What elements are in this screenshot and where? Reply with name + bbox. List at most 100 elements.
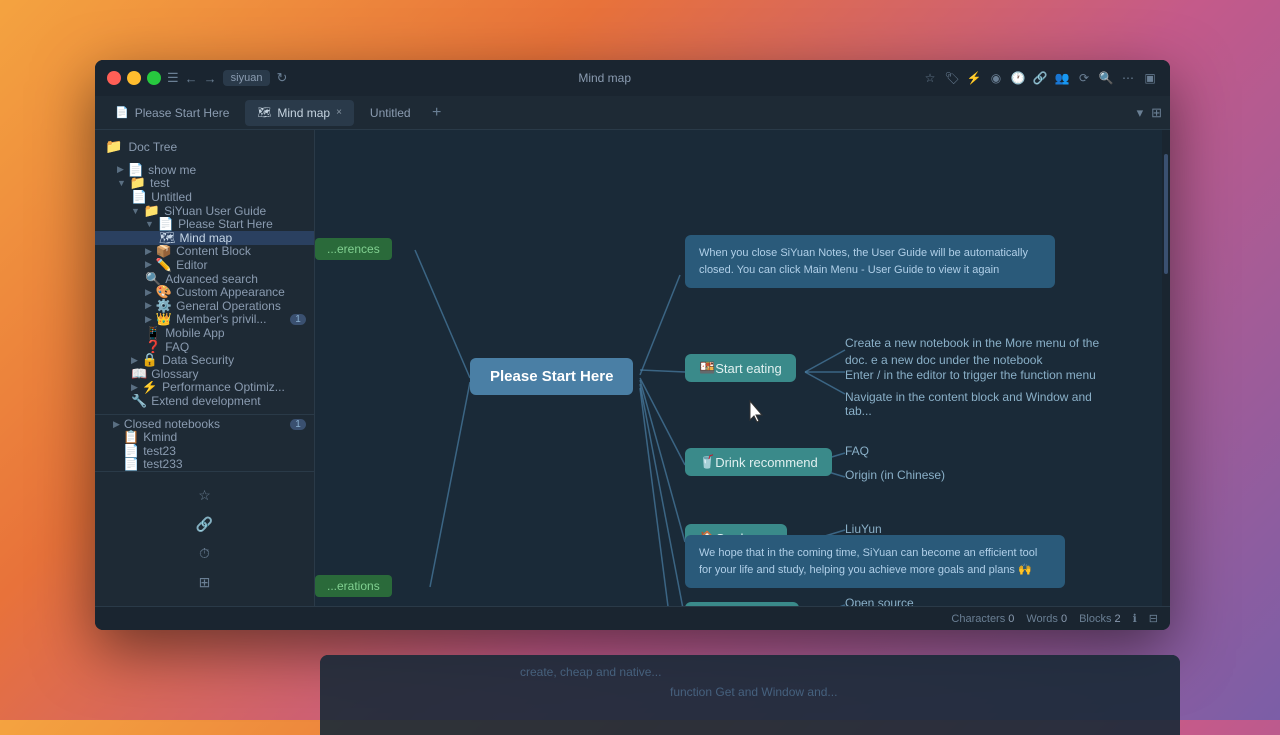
characters-status: Characters 0 — [951, 613, 1014, 625]
sidebar-item-untitled[interactable]: 📄 Untitled — [95, 190, 314, 204]
people-icon[interactable]: 👥 — [1054, 70, 1070, 86]
tab-dropdown-icon[interactable]: ▾ — [1137, 105, 1144, 121]
graph-icon[interactable]: ◉ — [988, 70, 1004, 86]
arrow-icon: ▼ — [117, 178, 126, 188]
closed-notebooks-badge: 1 — [290, 419, 306, 430]
drink-recommend-node[interactable]: 🥤 Drink recommend — [685, 448, 832, 476]
history-bottom-icon[interactable]: ⏱ — [95, 540, 314, 567]
central-node[interactable]: Please Start Here — [470, 358, 633, 395]
left-tag-1[interactable]: ...erences — [315, 238, 392, 260]
lock-icon: 🔒 — [142, 353, 158, 367]
back-button[interactable]: ← — [185, 71, 198, 86]
vertical-scrollbar[interactable] — [1162, 130, 1170, 606]
sidebar-item-general-operations[interactable]: ▶ ⚙️ General Operations — [95, 299, 314, 313]
sidebar-item-please-start-here[interactable]: ▼ 📄 Please Start Here — [95, 217, 314, 231]
search-icon[interactable]: 🔍 — [1098, 70, 1114, 86]
link-bottom-icon[interactable]: 🔗 — [95, 511, 314, 538]
sidebar-item-advanced-search[interactable]: 🔍 Advanced search — [95, 272, 314, 286]
tab-close-button[interactable]: × — [336, 107, 342, 118]
sidebar-item-performance[interactable]: ▶ ⚡ Performance Optimiz... — [95, 381, 314, 395]
star-icon[interactable]: ☆ — [922, 70, 938, 86]
tab-map-icon: 🗺 — [257, 106, 271, 119]
start-eating-node[interactable]: 🍱 Start eating — [685, 354, 796, 382]
bottom-info-text: We hope that in the coming time, SiYuan … — [699, 547, 1037, 576]
app-name-label[interactable]: siyuan — [223, 70, 271, 86]
info-icon[interactable]: ℹ — [1133, 612, 1137, 625]
item-label: test23 — [143, 444, 306, 458]
arrow-icon: ▶ — [145, 246, 152, 257]
sidebar-item-glossary[interactable]: 📖 Glossary — [95, 367, 314, 381]
folder-icon[interactable]: ☰ — [167, 70, 179, 86]
close-button[interactable] — [107, 71, 121, 85]
toolbar-right: ☆ 🏷 ⚡ ◉ 🕐 🔗 👥 ⟳ 🔍 ⋯ ▣ — [922, 70, 1158, 86]
item-label: test — [150, 177, 306, 191]
tab-untitled[interactable]: Untitled — [358, 100, 423, 126]
arrow-icon: ▶ — [131, 355, 138, 366]
sidebar-item-test[interactable]: ▼ 📁 test — [95, 177, 314, 191]
sidebar-item-kmind[interactable]: 📋 Kmind — [95, 430, 314, 444]
secondary-text-1: create, cheap and native... — [520, 665, 661, 679]
drink-child-1: FAQ — [845, 444, 869, 458]
sidebar-item-members[interactable]: ▶ 👑 Member's privil... 1 — [95, 313, 314, 327]
left-tag-2[interactable]: ...erations — [315, 575, 392, 597]
map-icon: 🗺 — [159, 231, 176, 245]
maximize-button[interactable] — [147, 71, 161, 85]
link-icon[interactable]: 🔗 — [1032, 70, 1048, 86]
arrow-icon: ▼ — [145, 219, 154, 229]
flash-icon[interactable]: ⚡ — [966, 70, 982, 86]
sidebar-item-faq[interactable]: ❓ FAQ — [95, 340, 314, 354]
more-icon[interactable]: ⋯ — [1120, 70, 1136, 86]
sidebar-item-siyuan-user-guide[interactable]: ▼ 📁 SiYuan User Guide — [95, 204, 314, 218]
sidebar-item-data-security[interactable]: ▶ 🔒 Data Security — [95, 353, 314, 367]
history-icon[interactable]: 🕐 — [1010, 70, 1026, 86]
characters-value: 0 — [1008, 613, 1014, 625]
main-content: 📁 Doc Tree ▶ 📄 show me ▼ 📁 test 📄 Untitl… — [95, 130, 1170, 606]
sidebar-item-extend-dev[interactable]: 🔧 Extend development — [95, 394, 314, 408]
mobile-icon: 📱 — [145, 326, 161, 340]
blocks-value: 2 — [1114, 613, 1120, 625]
sidebar-item-test23[interactable]: 📄 test23 — [95, 444, 314, 458]
top-info-box: When you close SiYuan Notes, the User Gu… — [685, 235, 1055, 288]
panel-icon[interactable]: ▣ — [1142, 70, 1158, 86]
doc-icon: 📄 — [123, 458, 139, 472]
forward-button[interactable]: → — [204, 71, 217, 86]
item-label: Mind map — [180, 231, 306, 245]
crown-icon: 👑 — [156, 313, 172, 327]
editor-icon: ✏️ — [156, 258, 172, 272]
minimize-button[interactable] — [127, 71, 141, 85]
star-bottom-icon[interactable]: ☆ — [95, 482, 314, 509]
contribution-node[interactable]: ❤️ Contribution — [685, 602, 799, 606]
arrow-icon: ▼ — [131, 206, 140, 216]
main-window: ☰ ← → siyuan ↻ Mind map ☆ 🏷 ⚡ ◉ 🕐 🔗 👥 ⟳ … — [95, 60, 1170, 630]
new-tab-button[interactable]: + — [427, 103, 447, 123]
blocks-label: Blocks — [1079, 613, 1111, 625]
tab-mind-map[interactable]: 🗺 Mind map × — [245, 100, 354, 126]
folder-icon: 📁 — [130, 177, 146, 191]
tag-icon[interactable]: 🏷 — [944, 70, 960, 86]
sidebar-item-mobile-app[interactable]: 📱 Mobile App — [95, 326, 314, 340]
closed-notebooks-header[interactable]: ▶ Closed notebooks 1 — [95, 414, 314, 431]
arrow-icon: ▶ — [145, 259, 152, 270]
sidebar-item-show-me[interactable]: ▶ 📄 show me — [95, 163, 314, 177]
item-label: General Operations — [176, 299, 306, 313]
sidebar-item-content-block[interactable]: ▶ 📦 Content Block — [95, 245, 314, 259]
sync-icon[interactable]: ↻ — [276, 70, 287, 86]
glossary-icon: 📖 — [131, 367, 147, 381]
item-label: Performance Optimiz... — [162, 381, 306, 395]
tab-please-start-here[interactable]: 📄 Please Start Here — [103, 100, 241, 126]
scrollbar-thumb[interactable] — [1164, 154, 1168, 274]
layout-icon[interactable]: ⊟ — [1149, 612, 1158, 625]
dev-icon: 🔧 — [131, 394, 147, 408]
refresh-icon[interactable]: ⟳ — [1076, 70, 1092, 86]
split-view-icon[interactable]: ⊞ — [1151, 105, 1162, 121]
words-status: Words 0 — [1026, 613, 1067, 625]
doc-tree-header[interactable]: 📁 Doc Tree — [95, 130, 314, 163]
search-icon: 🔍 — [145, 272, 161, 286]
sidebar-item-editor[interactable]: ▶ ✏️ Editor — [95, 258, 314, 272]
settings-bottom-icon[interactable]: ⊞ — [95, 569, 314, 596]
operations-icon: ⚙️ — [156, 299, 172, 313]
sidebar-item-custom-appearance[interactable]: ▶ 🎨 Custom Appearance — [95, 285, 314, 299]
sidebar-item-test233[interactable]: 📄 test233 — [95, 458, 314, 472]
sidebar-item-mind-map[interactable]: 🗺 Mind map — [95, 231, 314, 245]
mindmap-area[interactable]: When you close SiYuan Notes, the User Gu… — [315, 130, 1170, 606]
